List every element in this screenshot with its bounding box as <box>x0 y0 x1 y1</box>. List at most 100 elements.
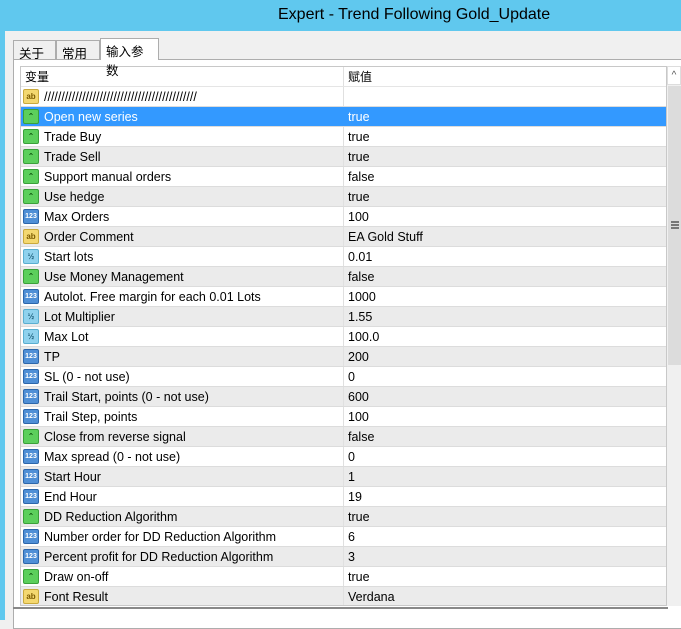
parameter-value-cell[interactable]: 100 <box>344 207 666 226</box>
parameter-value-cell[interactable]: 1.55 <box>344 307 666 326</box>
parameter-value-cell[interactable]: EA Gold Stuff <box>344 227 666 246</box>
parameter-name-cell[interactable]: ⌃ Use hedge <box>21 187 344 206</box>
table-row[interactable]: ½ Lot Multiplier 1.55 <box>21 307 666 327</box>
table-row[interactable]: 123 Number order for DD Reduction Algorit… <box>21 527 666 547</box>
parameter-name-cell[interactable]: ⌃ Open new series <box>21 107 344 126</box>
column-header-value[interactable]: 赋值 <box>344 67 666 86</box>
parameter-name-cell[interactable]: 123 End Hour <box>21 487 344 506</box>
table-row[interactable]: ⌃ Support manual orders false <box>21 167 666 187</box>
parameter-name-cell[interactable]: 123 TP <box>21 347 344 366</box>
table-row[interactable]: ⌃ Trade Sell true <box>21 147 666 167</box>
table-row[interactable]: 123 Trail Step, points 100 <box>21 407 666 427</box>
parameter-value-cell[interactable]: true <box>344 147 666 166</box>
parameter-name: Max Lot <box>44 329 89 344</box>
parameter-name: Number order for DD Reduction Algorithm <box>44 529 277 544</box>
parameter-value-cell[interactable]: 0.01 <box>344 247 666 266</box>
parameter-name: Trade Buy <box>44 129 102 144</box>
parameter-name-cell[interactable]: 123 SL (0 - not use) <box>21 367 344 386</box>
table-row[interactable]: ab Font Result Verdana <box>21 587 666 605</box>
parameter-name-cell[interactable]: ⌃ Support manual orders <box>21 167 344 186</box>
table-row[interactable]: 123 End Hour 19 <box>21 487 666 507</box>
parameter-name-cell[interactable]: 123 Start Hour <box>21 467 344 486</box>
column-header-variable[interactable]: 变量 <box>21 67 344 86</box>
table-row[interactable]: ab //////////////////////////////////////… <box>21 87 666 107</box>
parameter-name-cell[interactable]: ⌃ Close from reverse signal <box>21 427 344 446</box>
parameter-name-cell[interactable]: ⌃ Trade Sell <box>21 147 344 166</box>
parameter-name-cell[interactable]: ½ Start lots <box>21 247 344 266</box>
parameter-value-cell[interactable] <box>344 87 666 106</box>
parameter-value-cell[interactable]: 1 <box>344 467 666 486</box>
table-row[interactable]: 123 Max Orders 100 <box>21 207 666 227</box>
parameter-name-cell[interactable]: 123 Trail Start, points (0 - not use) <box>21 387 344 406</box>
scroll-up-button[interactable]: ^ <box>667 66 681 85</box>
parameter-value-cell[interactable]: true <box>344 507 666 526</box>
title-bar[interactable]: Expert - Trend Following Gold_Update <box>0 0 681 31</box>
tab-inputs[interactable]: 输入参数 <box>100 38 159 78</box>
parameter-name-cell[interactable]: ⌃ Trade Buy <box>21 127 344 146</box>
parameter-value-cell[interactable]: 0 <box>344 367 666 386</box>
parameter-name-cell[interactable]: 123 Max Orders <box>21 207 344 226</box>
parameter-name-cell[interactable]: ab //////////////////////////////////////… <box>21 87 344 106</box>
parameter-name: Percent profit for DD Reduction Algorith… <box>44 549 274 564</box>
parameter-name: DD Reduction Algorithm <box>44 509 178 524</box>
parameter-value-cell[interactable]: Verdana <box>344 587 666 605</box>
table-row[interactable]: ½ Max Lot 100.0 <box>21 327 666 347</box>
parameter-name-cell[interactable]: 123 Number order for DD Reduction Algorit… <box>21 527 344 546</box>
parameter-value-cell[interactable]: true <box>344 127 666 146</box>
parameter-name-cell[interactable]: ½ Lot Multiplier <box>21 307 344 326</box>
bool-type-icon: ⌃ <box>23 109 39 124</box>
parameter-name-cell[interactable]: ⌃ Draw on-off <box>21 567 344 586</box>
parameter-name-cell[interactable]: ½ Max Lot <box>21 327 344 346</box>
parameter-value-cell[interactable]: 6 <box>344 527 666 546</box>
parameter-value-cell[interactable]: 600 <box>344 387 666 406</box>
integer-type-icon: 123 <box>23 529 39 544</box>
integer-type-icon: 123 <box>23 349 39 364</box>
parameter-name-cell[interactable]: ab Order Comment <box>21 227 344 246</box>
parameter-name-cell[interactable]: 123 Trail Step, points <box>21 407 344 426</box>
parameter-name: Lot Multiplier <box>44 309 115 324</box>
parameter-name-cell[interactable]: ab Font Result <box>21 587 344 605</box>
parameter-value-cell[interactable]: true <box>344 187 666 206</box>
tab-common[interactable]: 常用 <box>56 40 100 61</box>
table-row[interactable]: 123 TP 200 <box>21 347 666 367</box>
parameter-value-cell[interactable]: false <box>344 267 666 286</box>
parameter-value-cell[interactable]: false <box>344 427 666 446</box>
table-row[interactable]: ab Order Comment EA Gold Stuff <box>21 227 666 247</box>
parameter-name-cell[interactable]: 123 Autolot. Free margin for each 0.01 Lo… <box>21 287 344 306</box>
table-row[interactable]: ⌃ Trade Buy true <box>21 127 666 147</box>
parameter-value-cell[interactable]: 1000 <box>344 287 666 306</box>
parameter-value-cell[interactable]: 100.0 <box>344 327 666 346</box>
parameter-name-cell[interactable]: ⌃ DD Reduction Algorithm <box>21 507 344 526</box>
table-row[interactable]: ½ Start lots 0.01 <box>21 247 666 267</box>
table-row[interactable]: 123 Autolot. Free margin for each 0.01 Lo… <box>21 287 666 307</box>
table-row[interactable]: 123 SL (0 - not use) 0 <box>21 367 666 387</box>
parameter-value-cell[interactable]: 3 <box>344 547 666 566</box>
parameter-name-cell[interactable]: 123 Percent profit for DD Reduction Algor… <box>21 547 344 566</box>
table-row[interactable]: 123 Max spread (0 - not use) 0 <box>21 447 666 467</box>
parameter-value-cell[interactable]: 100 <box>344 407 666 426</box>
parameter-name: Start lots <box>44 249 94 264</box>
parameter-value-cell[interactable]: true <box>344 107 666 126</box>
scrollbar-thumb[interactable] <box>668 86 681 365</box>
table-row[interactable]: ⌃ Use hedge true <box>21 187 666 207</box>
parameter-value-cell[interactable]: 19 <box>344 487 666 506</box>
parameter-value-cell[interactable]: false <box>344 167 666 186</box>
parameter-value-cell[interactable]: true <box>344 567 666 586</box>
tab-about[interactable]: 关于 <box>13 40 56 61</box>
parameter-value-cell[interactable]: 200 <box>344 347 666 366</box>
parameter-name-cell[interactable]: 123 Max spread (0 - not use) <box>21 447 344 466</box>
table-row[interactable]: 123 Percent profit for DD Reduction Algor… <box>21 547 666 567</box>
table-row[interactable]: ⌃ DD Reduction Algorithm true <box>21 507 666 527</box>
parameter-name: Font Result <box>44 589 108 604</box>
table-row[interactable]: ⌃ Close from reverse signal false <box>21 427 666 447</box>
table-row[interactable]: ⌃ Open new series true <box>21 107 666 127</box>
table-row[interactable]: 123 Trail Start, points (0 - not use) 600 <box>21 387 666 407</box>
table-row[interactable]: ⌃ Use Money Management false <box>21 267 666 287</box>
table-row[interactable]: ⌃ Draw on-off true <box>21 567 666 587</box>
vertical-scrollbar[interactable]: ^ <box>667 66 681 606</box>
string-type-icon: ab <box>23 589 39 604</box>
parameter-name-cell[interactable]: ⌃ Use Money Management <box>21 267 344 286</box>
integer-type-icon: 123 <box>23 389 39 404</box>
table-row[interactable]: 123 Start Hour 1 <box>21 467 666 487</box>
parameter-value-cell[interactable]: 0 <box>344 447 666 466</box>
